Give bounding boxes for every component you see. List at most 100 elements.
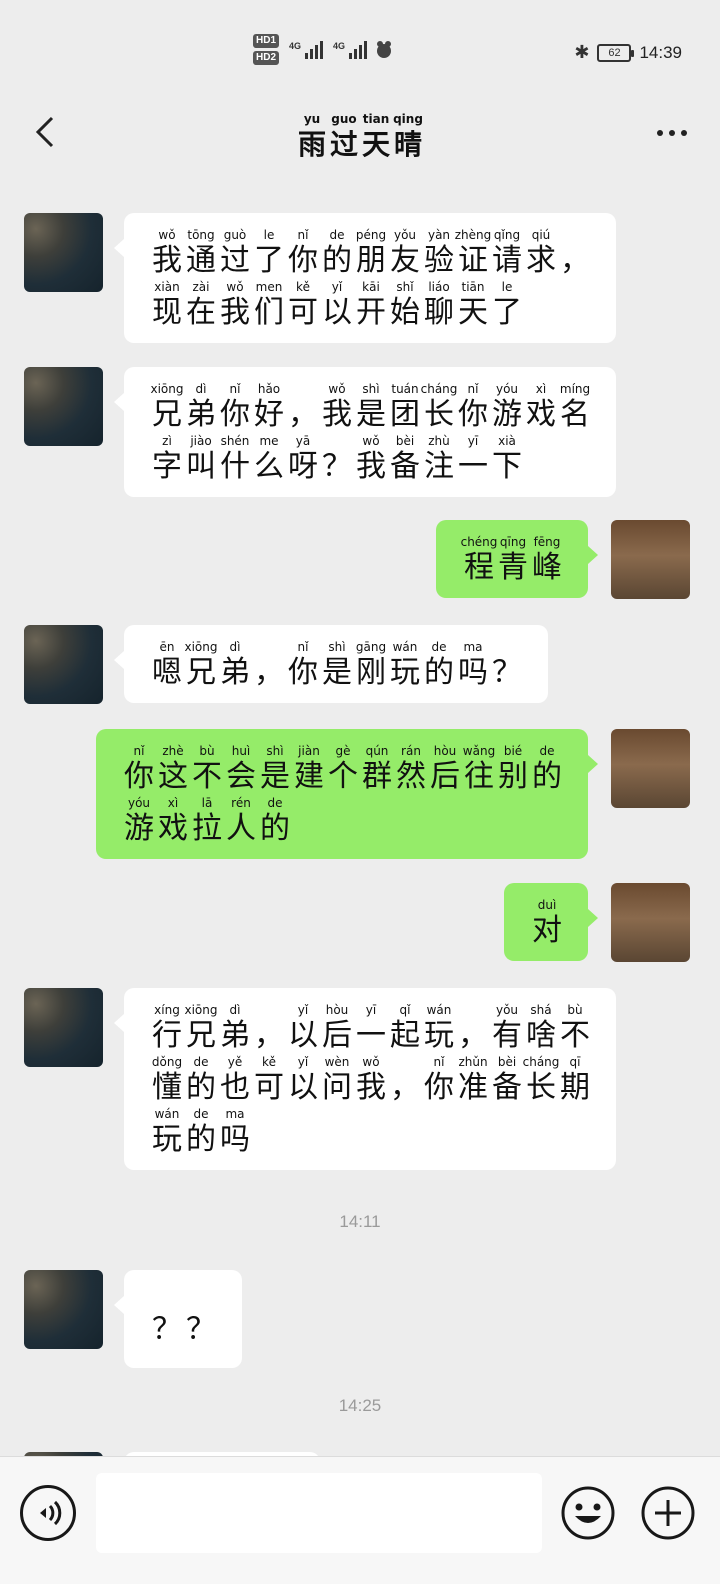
hanzi: 呀 [288, 449, 318, 484]
message-bubble[interactable]: duì 对 [504, 883, 598, 961]
ruby-char: wǒ 我 [150, 227, 184, 279]
my-avatar[interactable] [611, 883, 690, 962]
message-line: xiàn 现 zài 在 wǒ 我 men 们 kě 可 yǐ 以 kāi 开 shǐ 始 liáo 聊 tiān 天… [150, 279, 592, 331]
pinyin: de [329, 228, 345, 242]
ruby-char: guò 过 [218, 227, 252, 279]
ruby-char: xì 戏 [156, 795, 190, 847]
contact-avatar[interactable] [24, 625, 103, 704]
ruby-char: kāi 开 [354, 279, 388, 331]
chat-list[interactable]: wǒ 我 tōng 通 guò 过 le 了 nǐ 你 de 的 péng 朋 yǒu 友 yàn 验 zhèng 证… [0, 180, 720, 1456]
hanzi: 行 [152, 1018, 182, 1053]
hanzi: 起 [390, 1018, 420, 1053]
ruby-char: yī 一 [354, 1002, 388, 1054]
signal-icon: 4G [289, 40, 324, 59]
hanzi: 名 [560, 397, 590, 432]
ruby-char: xiōng 兄 [184, 639, 218, 691]
battery-icon: 62 [597, 43, 635, 62]
emoji-button[interactable] [560, 1485, 616, 1541]
pinyin: me [259, 434, 279, 448]
hanzi: 长 [526, 1070, 556, 1105]
ruby-char: ， [286, 381, 320, 433]
message-bubble[interactable]: chéng 程 qīng 青 fēng 峰 [436, 520, 598, 598]
message-input[interactable] [96, 1473, 542, 1553]
voice-button[interactable] [20, 1485, 76, 1541]
message-bubble[interactable]: xiōng 兄 dì 弟 nǐ 你 hǎo 好， wǒ 我 shì 是 tuán 团 cháng 长 nǐ 你 yó… [114, 367, 616, 497]
hanzi: 聊 [424, 295, 454, 330]
pinyin: nǐ [133, 744, 145, 758]
hanzi: 求 [526, 243, 556, 278]
hanzi: 了 [492, 295, 522, 330]
message-line: zì 字 jiào 叫 shén 什 me 么 yā 呀？ wǒ 我 bèi 备 zhù 注 yī 一 xià 下 [150, 433, 592, 485]
ruby-char: le 了 [252, 227, 286, 279]
hd-icon: HD2 [253, 51, 280, 65]
pinyin: chéng [460, 535, 498, 549]
ruby-char: ēn 嗯 [150, 639, 184, 691]
more-functions-button[interactable] [640, 1485, 696, 1541]
contact-avatar[interactable] [24, 213, 103, 292]
message-bubble[interactable]: ēn 嗯 xiōng 兄 dì 弟， nǐ 你 shì 是 gāng 刚 wán 玩 de 的 ma 吗？ [114, 625, 548, 703]
ruby-char: zhǔn 准 [456, 1054, 490, 1106]
message-bubble[interactable]: wǒ 我 tōng 通 guò 过 le 了 nǐ 你 de 的 péng 朋 yǒu 友 yàn 验 zhèng 证… [114, 213, 616, 343]
clock: 14:39 [639, 42, 682, 62]
pinyin: hòu [433, 744, 457, 758]
message-line: xíng 行 xiōng 兄 dì 弟， yǐ 以 hòu 后 yī 一 qǐ 起 wán 玩， yǒu 有 shá… [150, 1002, 592, 1054]
ruby-char: qǐ 起 [388, 1002, 422, 1054]
ruby-char: shá 啥 [524, 1002, 558, 1054]
emoji-icon [561, 1486, 615, 1540]
ruby-char: wǒ 我 [354, 433, 388, 485]
pinyin: huì [231, 744, 251, 758]
ruby-char: wǒ 我 [320, 381, 354, 433]
hanzi: 弟 [186, 397, 216, 432]
pinyin: guò [223, 228, 247, 242]
hanzi: 么 [254, 449, 284, 484]
ruby-char: wán 玩 [422, 1002, 456, 1054]
pinyin: nǐ [297, 228, 309, 242]
pinyin: men [255, 280, 283, 294]
contact-avatar[interactable] [24, 367, 103, 446]
pinyin: shì [328, 640, 346, 654]
hanzi: 人 [226, 811, 256, 846]
hanzi: 备 [390, 449, 420, 484]
ruby-char: tuán 团 [388, 381, 422, 433]
pinyin: le [263, 228, 275, 242]
ruby-char: ， [252, 639, 286, 691]
ruby-char: bù 不 [558, 1002, 592, 1054]
contact-avatar[interactable] [24, 1270, 103, 1349]
hanzi: 我 [152, 243, 182, 278]
hanzi: 可 [254, 1070, 284, 1105]
hanzi: 下 [492, 449, 522, 484]
my-avatar[interactable] [611, 729, 690, 808]
pinyin: wǒ [328, 382, 346, 396]
message-bubble[interactable]: xíng 行 xiōng 兄 dì 弟， yǐ 以 hòu 后 yī 一 qǐ 起 wán 玩， yǒu 有 shá… [114, 988, 616, 1170]
contact-avatar[interactable] [24, 988, 103, 1067]
hanzi: 兄 [152, 397, 182, 432]
message-bubble[interactable]: nǐ 你 zhè 这 bù 不 huì 会 shì 是 jiàn 建 gè 个 qún 群 rán 然 hòu 后 wǎ… [96, 729, 598, 859]
pinyin: yǐ [331, 280, 343, 294]
ruby-char: lā 拉 [190, 795, 224, 847]
pinyin: qiú [531, 228, 551, 242]
pinyin: rén [231, 796, 251, 810]
hanzi: 朋 [356, 243, 386, 278]
hanzi: 友 [390, 243, 420, 278]
hd-icons: HD1 HD2 [253, 34, 280, 65]
more-button[interactable] [652, 118, 692, 148]
hanzi: 长 [424, 397, 454, 432]
my-avatar[interactable] [611, 520, 690, 599]
hanzi: 天 [361, 128, 390, 161]
hanzi: 过 [220, 243, 250, 278]
ruby-char: me 么 [252, 433, 286, 485]
hanzi: 可 [288, 295, 318, 330]
hanzi: 的 [322, 243, 352, 278]
pinyin: qī [569, 1055, 581, 1069]
ruby-char: zhè 这 [156, 743, 190, 795]
pinyin: shǐ [396, 280, 414, 294]
pinyin: yī [467, 434, 479, 448]
hanzi: 的 [424, 655, 454, 690]
pinyin: xì [535, 382, 547, 396]
hanzi: 在 [186, 295, 216, 330]
ruby-char: yàn 验 [422, 227, 456, 279]
ruby-char: míng 名 [558, 381, 592, 433]
ruby-char: yě 也 [218, 1054, 252, 1106]
message-bubble[interactable]: ？？ [114, 1270, 242, 1368]
pinyin: le [501, 280, 513, 294]
